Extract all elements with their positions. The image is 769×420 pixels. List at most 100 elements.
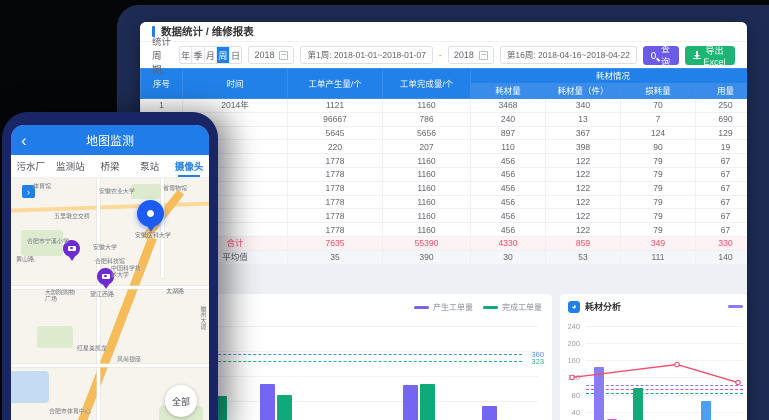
cell: 53 [546,250,621,264]
map-place-label: 安徽医科大学 [135,230,171,239]
phone-tab-摄像头[interactable]: 摄像头 [169,155,209,177]
phone-page-title: 地图监测 [11,132,209,149]
map-place-label: 中国科学技术大学 [111,266,146,280]
phone-tab-桥梁[interactable]: 桥梁 [90,155,130,177]
cell: 79 [621,154,696,168]
bar-produced [260,384,275,420]
period-option-日[interactable]: 日 [230,47,242,63]
map-all-button[interactable]: 全部 [165,385,197,417]
cell: 456 [471,223,546,237]
col-header: 时间 [183,69,288,99]
cell: 7 [621,112,696,126]
cell: 1160 [383,181,471,195]
cell: 122 [546,167,621,181]
period-option-年[interactable]: 年 [180,47,192,63]
gridline [586,412,743,413]
cell: 7635 [288,236,383,250]
cell: 250 [696,99,748,113]
map-place-label: 红星美凯龙 [77,343,107,352]
cell: 456 [471,181,546,195]
cell: 124 [621,126,696,140]
cell: 67 [696,154,748,168]
y-axis-tick: 240 [562,322,580,331]
cell: 30 [471,250,546,264]
cell: 1160 [383,195,471,209]
sub-col-header: 耗材量 [471,84,546,99]
legend-label: 完成工单量 [502,302,542,313]
cell: 786 [383,112,471,126]
phone-tab-泵站[interactable]: 泵站 [130,155,170,177]
map-place-label: 安徽大学 [93,242,117,251]
phone-tab-污水厂[interactable]: 污水厂 [11,155,51,177]
range-from-input[interactable]: 第1周: 2018-01-01~2018-01-07 [300,46,432,64]
cell: 456 [471,154,546,168]
cell: 79 [621,195,696,209]
cell: 122 [546,195,621,209]
phone-tab-监测站[interactable]: 监测站 [51,155,91,177]
cell: 367 [546,126,621,140]
cell: 1778 [288,181,383,195]
cell: 456 [471,209,546,223]
cell: 398 [546,140,621,154]
year-from-select[interactable]: 2018 [248,46,294,64]
chart-legend: 产生工单量完成工单量 [414,302,542,313]
calendar-icon [479,51,488,60]
consumable-bar [701,401,711,420]
cell: 1160 [383,167,471,181]
gridline [586,360,743,361]
consumable-bar [633,388,643,420]
total-row: 合计7635553904330859349330 [141,236,748,250]
map-place-label: 大剧院购物广场 [45,290,80,304]
cell: 859 [546,236,621,250]
cell: 1160 [383,99,471,113]
export-excel-button[interactable]: 导出Excel [685,46,735,65]
period-option-月[interactable]: 月 [205,47,217,63]
cell: 1778 [288,195,383,209]
selected-pin-marker[interactable] [137,200,164,227]
cell: 1 [141,99,183,113]
cell: 1778 [288,167,383,181]
y-axis-tick: 80 [562,391,580,400]
year-to-select[interactable]: 2018 [448,46,494,64]
cell: 2014年 [183,99,288,113]
map-place-label: 望江西路 [90,289,114,298]
legend-dash-icon [414,306,429,309]
sub-col-header: 损耗量 [621,84,696,99]
map-place-label: 安徽农业大学 [99,186,135,195]
map-place-label: 黄山路 [16,254,34,263]
cell: 3468 [471,99,546,113]
query-button[interactable]: 查询 [643,46,679,65]
cell: 96667 [288,112,383,126]
cell: 79 [621,209,696,223]
search-icon [651,52,656,59]
table-row: 177811604561227967 [141,195,748,209]
cell: 456 [471,167,546,181]
consumables-chart-panel: ◕耗材分析2402001601208040 [560,294,747,420]
cell: 122 [546,154,621,168]
period-option-周[interactable]: 周 [217,47,229,63]
chart-title: 耗材分析 [585,300,621,313]
y-axis-tick: 160 [562,356,580,365]
table-row: 12014年11211160346834070250 [141,99,748,113]
bar-produced [403,385,418,420]
reference-line [586,389,743,390]
report-table: 序号时间工单产生量/个工单完成量/个耗材情况耗材量耗材量（件）损耗量用量1201… [140,68,747,265]
download-icon [693,51,698,59]
reference-line [586,385,743,386]
cell: 1778 [288,223,383,237]
cell: 79 [621,167,696,181]
charts-section: 产生工单量完成工单量360323 ◕耗材分析2402001601208040 [140,290,747,420]
map-water [11,371,49,403]
map-view[interactable]: › 全部 体育馆安徽农业大学省博物馆五里墩立交桥安徽医科大学合肥市宁溪小学黄山路… [11,178,209,420]
map-place-label: 合肥市宁溪小学 [27,236,69,245]
cell: 79 [621,223,696,237]
pie-chart-icon: ◕ [568,301,580,313]
period-segmented-control: 年季月周日 [179,46,243,64]
cell: 456 [471,195,546,209]
filter-bar: 统计周期: 年季月周日 2018 第1周: 2018-01-01~2018-01… [140,42,747,68]
range-to-input[interactable]: 第16周: 2018-04-16~2018-04-22 [500,46,637,64]
gridline [586,395,743,396]
period-option-季[interactable]: 季 [192,47,204,63]
cell: 90 [621,140,696,154]
cell: 110 [471,140,546,154]
